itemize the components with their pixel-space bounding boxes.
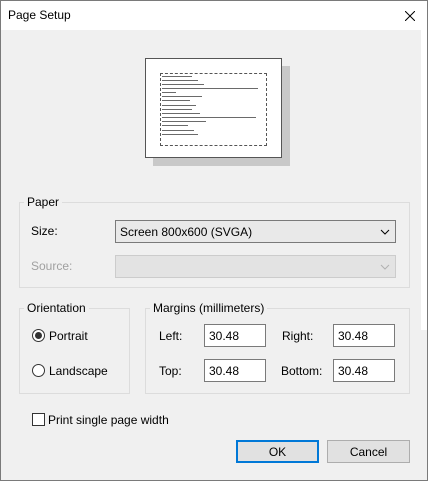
size-label: Size:	[31, 224, 58, 238]
close-icon	[405, 10, 415, 21]
paper-source-select[interactable]	[115, 255, 396, 278]
cancel-button-label: Cancel	[349, 444, 388, 459]
portrait-radio[interactable]	[32, 329, 45, 342]
preview-text-line	[162, 100, 190, 101]
preview-text-line	[162, 130, 194, 131]
preview-text-line	[162, 113, 200, 114]
source-label: Source:	[31, 259, 73, 273]
ok-button[interactable]: OK	[236, 440, 319, 463]
margin-bottom-label: Bottom:	[281, 364, 323, 378]
radio-selected-dot	[35, 332, 42, 339]
page-setup-dialog: Page Setup Paper Size: Screen 800x600 (S…	[0, 0, 428, 481]
background-window-edge	[421, 30, 427, 330]
paper-size-select[interactable]: Screen 800x600 (SVGA)	[115, 220, 396, 243]
ok-button-label: OK	[268, 444, 287, 459]
chevron-down-icon	[380, 229, 390, 235]
window-title: Page Setup	[8, 8, 71, 22]
single-page-width-checkbox[interactable]	[32, 413, 45, 426]
margin-left-value: 30.48	[209, 329, 240, 343]
title-bar: Page Setup	[1, 1, 427, 30]
margin-bottom-value: 30.48	[338, 364, 369, 378]
preview-text-line	[162, 96, 202, 97]
margins-group-label: Margins (millimeters)	[150, 301, 268, 315]
preview-text-line	[162, 117, 256, 118]
paper-size-value: Screen 800x600 (SVGA)	[120, 225, 253, 239]
margin-top-input[interactable]: 30.48	[204, 359, 266, 382]
cancel-button[interactable]: Cancel	[327, 440, 410, 463]
margin-right-value: 30.48	[338, 329, 369, 343]
orientation-group-label: Orientation	[24, 301, 89, 315]
margin-left-input[interactable]: 30.48	[204, 324, 266, 347]
single-page-width-label[interactable]: Print single page width	[48, 413, 169, 427]
preview-text-line	[162, 76, 192, 77]
margin-left-label: Left:	[159, 329, 183, 343]
close-button[interactable]	[393, 1, 427, 30]
preview-text-line	[162, 109, 192, 110]
margin-bottom-input[interactable]: 30.48	[333, 359, 395, 382]
margin-top-value: 30.48	[209, 364, 240, 378]
orientation-group	[19, 308, 130, 394]
paper-group-label: Paper	[24, 195, 63, 209]
preview-text-line	[162, 105, 196, 106]
margin-right-input[interactable]: 30.48	[333, 324, 395, 347]
preview-page	[145, 58, 282, 158]
preview-text-line	[162, 88, 258, 89]
margin-top-label: Top:	[159, 364, 182, 378]
landscape-radio[interactable]	[32, 364, 45, 377]
preview-text-line	[162, 84, 204, 85]
landscape-label[interactable]: Landscape	[49, 364, 108, 378]
preview-text-line	[162, 125, 188, 126]
preview-text-line	[162, 134, 198, 135]
chevron-down-icon	[380, 264, 390, 270]
preview-text-line	[162, 92, 176, 93]
preview-text-line	[162, 121, 206, 122]
portrait-label[interactable]: Portrait	[49, 329, 88, 343]
preview-text-line	[162, 80, 198, 81]
page-preview	[145, 58, 291, 168]
margin-right-label: Right:	[282, 329, 314, 343]
